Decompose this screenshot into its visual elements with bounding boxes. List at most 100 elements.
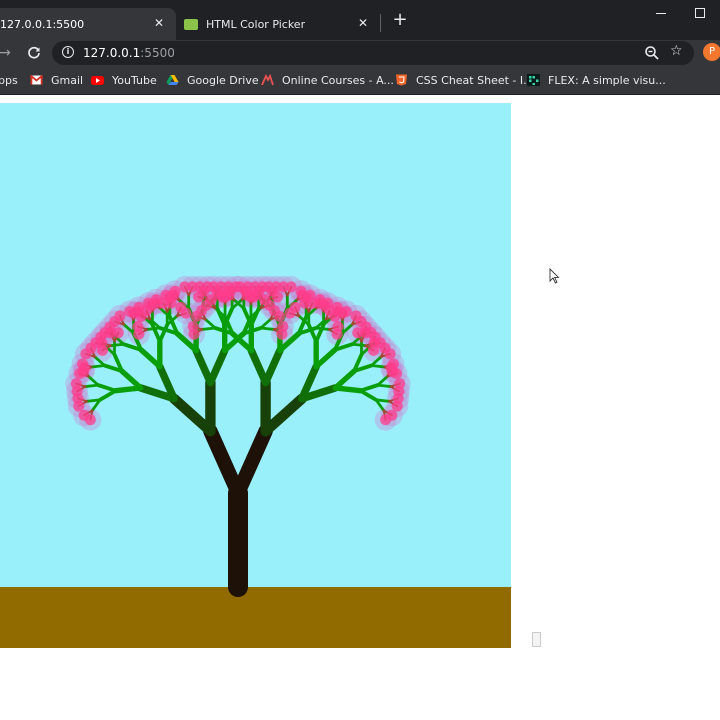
blossom (96, 337, 108, 349)
blossom (285, 281, 297, 293)
zoom-icon[interactable] (644, 45, 660, 61)
blossom (391, 400, 403, 412)
blossom (340, 305, 352, 317)
tree-branch (83, 383, 100, 388)
bookmark-label: pps (0, 73, 18, 87)
blossom (205, 294, 217, 306)
tree-branch (109, 342, 126, 348)
tree-branch (119, 368, 144, 391)
blossom (169, 285, 181, 297)
forward-icon[interactable]: → (0, 44, 14, 62)
bookmarks-bar: pps Gmail YouTube Google Drive Online Co… (0, 66, 720, 95)
blossom (180, 307, 192, 319)
tree-branch (96, 383, 118, 393)
mouse-cursor-icon (549, 268, 560, 284)
blossom (274, 310, 286, 322)
tab-close-icon[interactable]: ✕ (152, 16, 166, 30)
tree-branch (206, 346, 229, 387)
tab-title: 127.0.0.1:5500 (0, 17, 85, 31)
blossom (331, 328, 343, 340)
tree-branch (350, 342, 367, 348)
browser-title-bar: 127.0.0.1:5500 ✕ HTML Color Picker ✕ + (0, 0, 720, 40)
bookmark-gmail[interactable]: Gmail (30, 72, 83, 88)
blossom (359, 327, 371, 339)
tree-branch (261, 346, 284, 387)
browser-toolbar: → i 127.0.0.1:5500 ☆ (0, 40, 720, 66)
google-drive-icon (166, 75, 179, 85)
new-tab-icon[interactable]: + (392, 11, 408, 29)
tab-title: HTML Color Picker (206, 17, 306, 31)
tree-branch (145, 326, 162, 331)
bookmark-label: Gmail (51, 73, 84, 87)
blossom (187, 321, 199, 333)
tree-branch (97, 388, 118, 402)
bookmark-label: YouTube (112, 73, 157, 87)
tab-html-color-picker[interactable]: HTML Color Picker ✕ (176, 8, 380, 40)
bookmark-label: FLEX: A simple visu... (548, 73, 666, 87)
blossom (380, 414, 392, 426)
blossom (289, 301, 301, 313)
tree-branch (204, 317, 217, 330)
tree-branch (85, 398, 102, 403)
html-color-picker-icon (184, 18, 198, 30)
blossom (253, 285, 265, 297)
bookmark-star-icon[interactable]: ☆ (670, 43, 683, 59)
fractal-tree-canvas (0, 103, 511, 648)
blossom (384, 348, 396, 360)
bookmark-apps[interactable]: pps (0, 72, 18, 88)
maximize-icon[interactable] (688, 4, 712, 22)
tree-branch (112, 385, 144, 394)
tree-branch (247, 346, 270, 387)
tree-branch (260, 393, 308, 437)
tree-branch (87, 375, 100, 387)
bookmark-css-cheat-sheet[interactable]: CSS Cheat Sheet - I... (395, 72, 534, 88)
reload-icon[interactable] (25, 44, 43, 62)
minimize-icon[interactable] (650, 4, 674, 22)
blossom (132, 321, 144, 333)
tree-branch (259, 317, 272, 330)
online-courses-icon (261, 74, 274, 86)
bookmark-label: Google Drive (187, 73, 259, 87)
tree-branch (358, 383, 380, 393)
tree-branch (90, 364, 106, 369)
bookmark-youtube[interactable]: YouTube (91, 72, 157, 88)
blossom (150, 294, 162, 306)
blossom (114, 310, 126, 322)
blossom (198, 285, 210, 297)
tree-branch (200, 326, 217, 331)
tree-branch (370, 364, 386, 369)
profile-avatar[interactable]: P (703, 43, 720, 61)
tree-branch (259, 326, 276, 331)
tree-branch (332, 368, 357, 391)
scroll-handle[interactable] (532, 632, 541, 647)
youtube-icon (91, 76, 104, 85)
tree-branch (168, 393, 216, 437)
page-viewport (0, 95, 720, 720)
url-port: :5500 (140, 46, 175, 60)
tree-branch (332, 385, 364, 394)
tree-branch (376, 375, 389, 387)
bookmark-online-courses[interactable]: Online Courses - A... (261, 72, 394, 88)
tree-branch (230, 424, 273, 501)
url-text: 127.0.0.1:5500 (83, 46, 175, 60)
blossom (276, 328, 288, 340)
tree-branch (203, 424, 246, 501)
bookmark-label: Online Courses - A... (282, 73, 394, 87)
gmail-icon (30, 74, 43, 85)
address-bar[interactable]: i 127.0.0.1:5500 ☆ (52, 41, 694, 65)
blossom (78, 409, 90, 421)
blossom (77, 358, 89, 370)
tree-branch (192, 346, 215, 387)
info-icon[interactable]: i (62, 46, 74, 58)
bookmark-flex[interactable]: FLEX: A simple visu... (527, 72, 666, 88)
url-host: 127.0.0.1 (83, 46, 141, 60)
fractal-tree (65, 275, 411, 597)
bookmark-label: CSS Cheat Sheet - I... (416, 73, 534, 87)
blossom (271, 291, 283, 303)
blossom (321, 297, 333, 309)
tree-branch (376, 383, 393, 388)
tab-close-icon[interactable]: ✕ (356, 16, 370, 30)
tab-localhost[interactable]: 127.0.0.1:5500 ✕ (0, 8, 176, 40)
blossom (224, 285, 236, 297)
bookmark-google-drive[interactable]: Google Drive (166, 72, 259, 88)
